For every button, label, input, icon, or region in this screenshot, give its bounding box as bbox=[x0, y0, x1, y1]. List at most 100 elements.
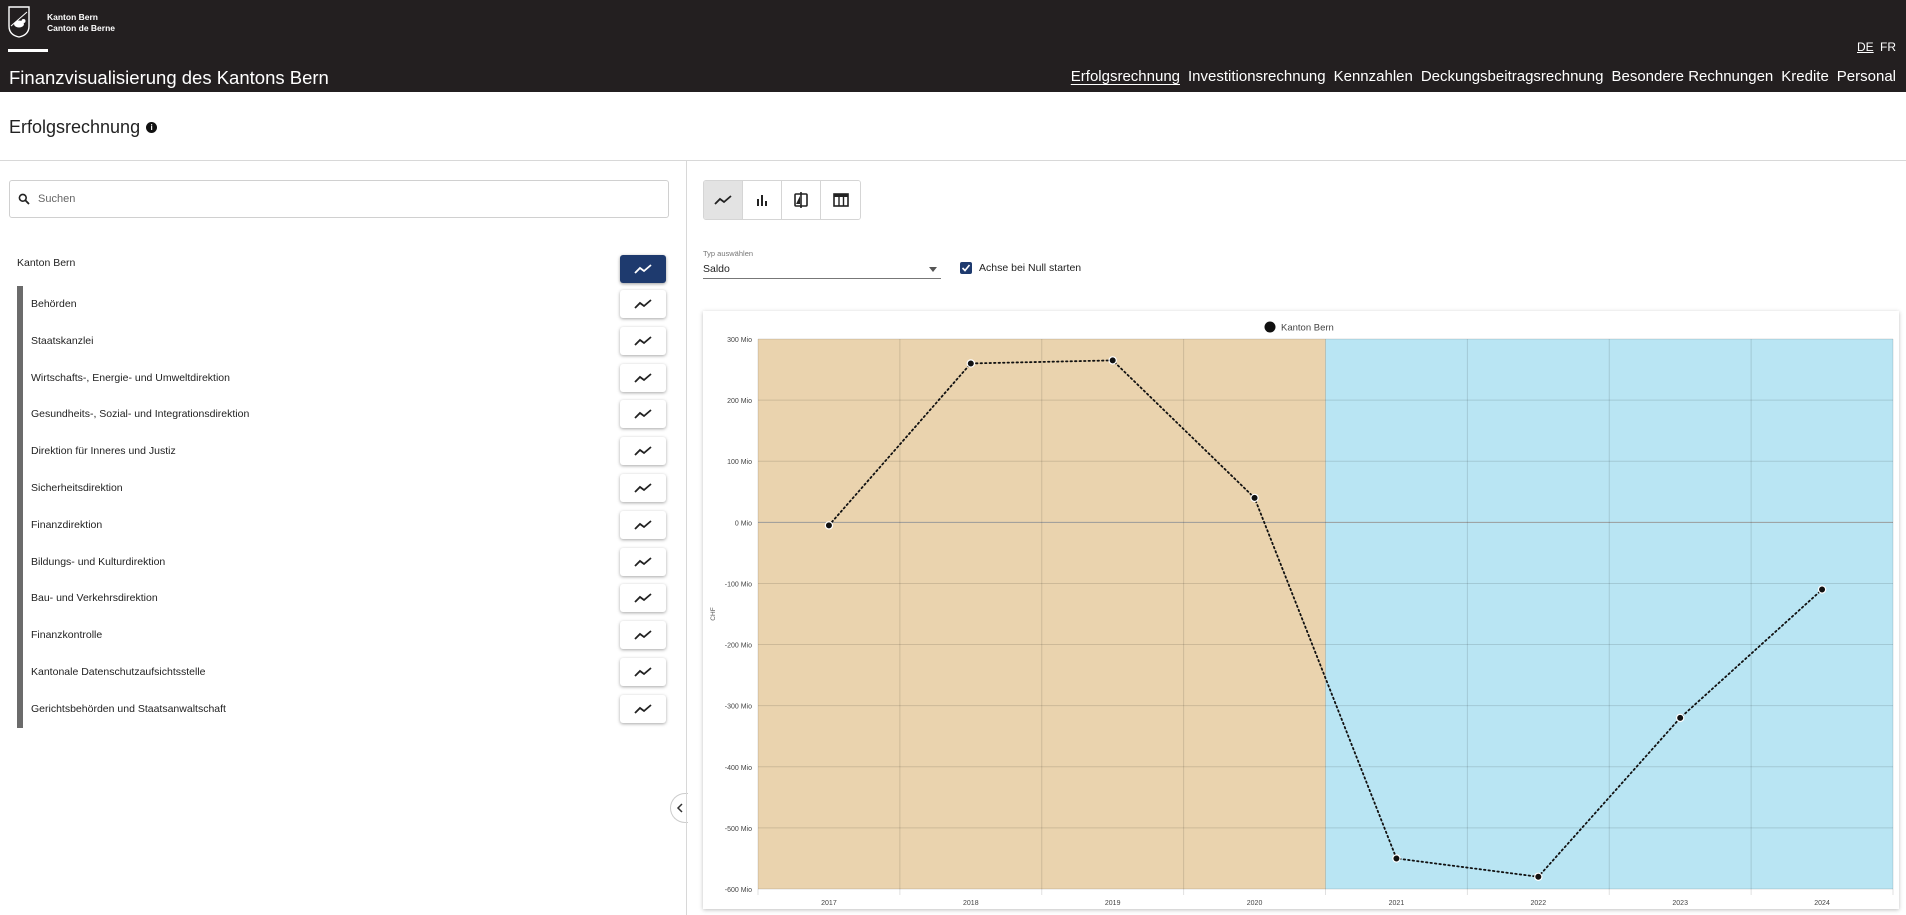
tree-item-label: Sicherheitsdirektion bbox=[31, 482, 123, 494]
line-chart-view-button[interactable] bbox=[704, 181, 743, 219]
type-select-label: Typ auswählen bbox=[703, 249, 754, 258]
brand-text: Kanton Bern Canton de Berne bbox=[47, 12, 115, 34]
zero-axis-label[interactable]: Achse bei Null starten bbox=[979, 262, 1081, 274]
tree-item[interactable]: Finanzdirektion bbox=[17, 506, 617, 544]
legend-label: Kanton Bern bbox=[1281, 323, 1334, 334]
y-tick-label: 200 Mio bbox=[727, 398, 752, 405]
nav-erfolgsrechnung[interactable]: Erfolgsrechnung bbox=[1071, 68, 1180, 85]
x-tick-label: 2018 bbox=[963, 900, 979, 907]
x-tick-label: 2017 bbox=[821, 900, 837, 907]
tree-level-bar bbox=[17, 617, 23, 655]
tree-item-chart-button[interactable] bbox=[620, 437, 666, 466]
data-point bbox=[1250, 493, 1259, 503]
tree-item-chart-button[interactable] bbox=[620, 326, 666, 355]
tree-item[interactable]: Wirtschafts-, Energie- und Umweltdirekti… bbox=[17, 359, 617, 397]
tree-item[interactable]: Bau- und Verkehrsdirektion bbox=[17, 580, 617, 618]
tree-item-chart-button[interactable] bbox=[620, 510, 666, 539]
tree-root-label[interactable]: Kanton Bern bbox=[17, 257, 75, 269]
brand-line-2: Canton de Berne bbox=[47, 23, 116, 33]
type-select-current: Saldo bbox=[703, 263, 730, 275]
search-input[interactable] bbox=[38, 193, 638, 205]
tree-item[interactable]: Gesundheits-, Sozial- und Integrationsdi… bbox=[17, 396, 617, 434]
nav-besondere-rechnungen[interactable]: Besondere Rechnungen bbox=[1611, 68, 1773, 85]
tree-item[interactable]: Behörden bbox=[17, 286, 617, 323]
nav-kennzahlen[interactable]: Kennzahlen bbox=[1334, 68, 1413, 85]
x-tick-label: 2020 bbox=[1247, 900, 1263, 907]
trend-line-icon bbox=[634, 299, 652, 309]
tree-item-chart-button[interactable] bbox=[620, 400, 666, 429]
trend-line-icon bbox=[634, 446, 652, 456]
tree-item-chart-button[interactable] bbox=[620, 621, 666, 650]
tree-item[interactable]: Finanzkontrolle bbox=[17, 617, 617, 655]
type-select-value[interactable]: Saldo bbox=[703, 263, 941, 279]
site-title[interactable]: Finanzvisualisierung des Kantons Bern bbox=[9, 67, 329, 89]
data-point bbox=[824, 521, 834, 530]
zero-axis-checkbox[interactable] bbox=[960, 262, 972, 274]
line-chart-icon bbox=[714, 195, 732, 205]
trend-line-icon bbox=[634, 630, 652, 640]
data-point bbox=[966, 359, 976, 368]
tree-level-bar bbox=[17, 286, 23, 323]
chevron-left-icon bbox=[676, 803, 683, 813]
tree-item-chart-button[interactable] bbox=[620, 694, 666, 723]
view-toggle-group bbox=[703, 180, 861, 220]
page-title-row: Erfolgsrechnung i bbox=[9, 117, 158, 138]
bar-chart-view-button[interactable] bbox=[743, 181, 782, 219]
tree-item-label: Bau- und Verkehrsdirektion bbox=[31, 592, 158, 605]
nav-investitionsrechnung[interactable]: Investitionsrechnung bbox=[1188, 68, 1326, 85]
tree-item[interactable]: Kantonale Datenschutzaufsichtsstelle bbox=[17, 654, 617, 691]
y-tick-label: -500 Mio bbox=[725, 826, 752, 833]
search-box bbox=[9, 180, 669, 218]
page-title: Erfolgsrechnung bbox=[9, 117, 141, 137]
tree-level-bar bbox=[17, 470, 23, 507]
tree-level-bar bbox=[17, 654, 23, 691]
type-select[interactable]: Typ auswählen Saldo bbox=[703, 249, 941, 279]
language-fr-link[interactable]: FR bbox=[1880, 40, 1896, 54]
nav-deckungsbeitragsrechnung[interactable]: Deckungsbeitragsrechnung bbox=[1421, 68, 1604, 85]
y-tick-label: -600 Mio bbox=[725, 887, 752, 894]
y-tick-label: -100 Mio bbox=[725, 581, 752, 588]
chart-panel: Typ auswählen Saldo Achse bei Null start… bbox=[687, 161, 1906, 915]
tree-item-chart-button[interactable] bbox=[620, 363, 666, 392]
info-icon[interactable]: i bbox=[146, 122, 158, 133]
tree-item-label: Bildungs- und Kulturdirektion bbox=[31, 555, 166, 568]
y-axis-label: CHF bbox=[710, 607, 717, 620]
tree-item[interactable]: Gerichtsbehörden und Staatsanwaltschaft bbox=[17, 690, 617, 728]
table-view-button[interactable] bbox=[821, 181, 860, 219]
x-tick-label: 2023 bbox=[1672, 900, 1688, 907]
search-icon bbox=[18, 193, 30, 205]
tree-item[interactable]: Bildungs- und Kulturdirektion bbox=[17, 543, 617, 581]
nav-personal[interactable]: Personal bbox=[1837, 68, 1896, 85]
tree-item-chart-button[interactable] bbox=[620, 547, 666, 576]
y-tick-label: 0 Mio bbox=[735, 520, 752, 527]
tree-item-chart-button[interactable] bbox=[620, 584, 666, 613]
legend-marker bbox=[1264, 321, 1276, 333]
bar-chart-icon bbox=[757, 195, 767, 206]
x-tick-label: 2019 bbox=[1105, 900, 1121, 907]
tree-item-chart-button[interactable] bbox=[620, 474, 666, 502]
bern-coat-of-arms-icon[interactable] bbox=[8, 6, 30, 38]
x-tick-label: 2024 bbox=[1814, 900, 1830, 907]
trend-line-icon bbox=[634, 409, 652, 420]
tree-root-chart-button[interactable] bbox=[620, 255, 666, 283]
tree-item-label: Kantonale Datenschutzaufsichtsstelle bbox=[31, 666, 206, 678]
tree-level-bar bbox=[17, 396, 23, 434]
tree-item-label: Behörden bbox=[31, 298, 77, 310]
main-navigation: Erfolgsrechnung Investitionsrechnung Ken… bbox=[1071, 68, 1896, 85]
tree-item[interactable]: Direktion für Inneres und Justiz bbox=[17, 433, 617, 471]
data-point bbox=[1817, 585, 1827, 594]
tree-item-label: Finanzdirektion bbox=[31, 518, 103, 531]
compare-view-button[interactable] bbox=[782, 181, 821, 219]
tree-item-chart-button[interactable] bbox=[620, 290, 666, 318]
tree-level-bar bbox=[17, 359, 23, 397]
brand-line-1: Kanton Bern bbox=[47, 12, 98, 22]
nav-kredite[interactable]: Kredite bbox=[1781, 68, 1829, 85]
tree-item-label: Direktion für Inneres und Justiz bbox=[31, 445, 176, 458]
tree-item[interactable]: Staatskanzlei bbox=[17, 322, 617, 360]
tree-item[interactable]: Sicherheitsdirektion bbox=[17, 470, 617, 507]
language-de-link[interactable]: DE bbox=[1857, 40, 1874, 54]
dropdown-arrow-icon bbox=[929, 267, 937, 272]
tree-item-label: Wirtschafts-, Energie- und Umweltdirekti… bbox=[31, 371, 230, 384]
tree-item-chart-button[interactable] bbox=[620, 658, 666, 686]
y-tick-label: 300 Mio bbox=[727, 337, 752, 344]
